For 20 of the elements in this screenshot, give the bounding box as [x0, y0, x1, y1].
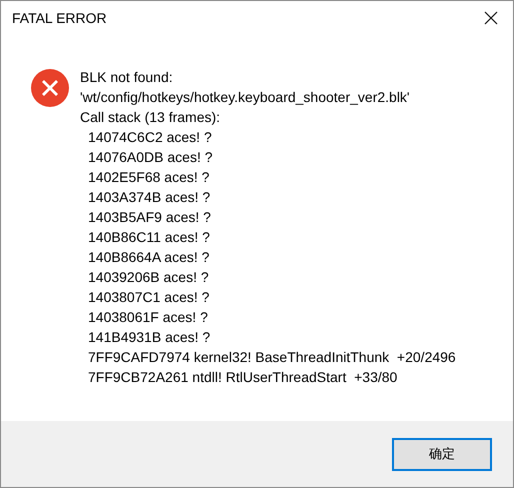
stack-frame-line: 140B86C11 aces! ? [87, 228, 211, 247]
stack-frame-line: 1402E5F68 aces! ? [87, 168, 210, 187]
ok-button[interactable]: 确定 [392, 438, 492, 470]
stack-frame-line: 14038061F aces! ? [87, 308, 209, 327]
stack-frame-line: 140B8664A aces! ? [87, 248, 210, 267]
stack-frame-line: 1403807C1 aces! ? [87, 288, 210, 307]
close-icon[interactable] [484, 10, 498, 24]
message-line: 'wt/config/hotkeys/hotkey.keyboard_shooter_ver2.blk' [80, 88, 411, 107]
message-line: Call stack (13 frames): [80, 108, 222, 127]
stack-frame-line: 1403A374B aces! ? [87, 188, 212, 207]
message-line: BLK not found: [80, 68, 174, 87]
stack-frame-line: 141B4931B aces! ? [87, 328, 212, 347]
stack-frame-line: 7FF9CB72A261 ntdll! RtlUserThreadStart +33/80 [87, 368, 398, 387]
error-icon [31, 69, 69, 107]
stack-frame-line: 1403B5AF9 aces! ? [87, 208, 212, 227]
window-title: FATAL ERROR [12, 10, 107, 26]
stack-frame-line: 14039206B aces! ? [87, 268, 210, 287]
stack-frame-line: 14076A0DB aces! ? [87, 148, 214, 167]
stack-frame-line: 7FF9CAFD7974 kernel32! BaseThreadInitThunk +20/2496 [87, 348, 456, 367]
stack-frame-line: 14074C6C2 aces! ? [87, 128, 213, 147]
